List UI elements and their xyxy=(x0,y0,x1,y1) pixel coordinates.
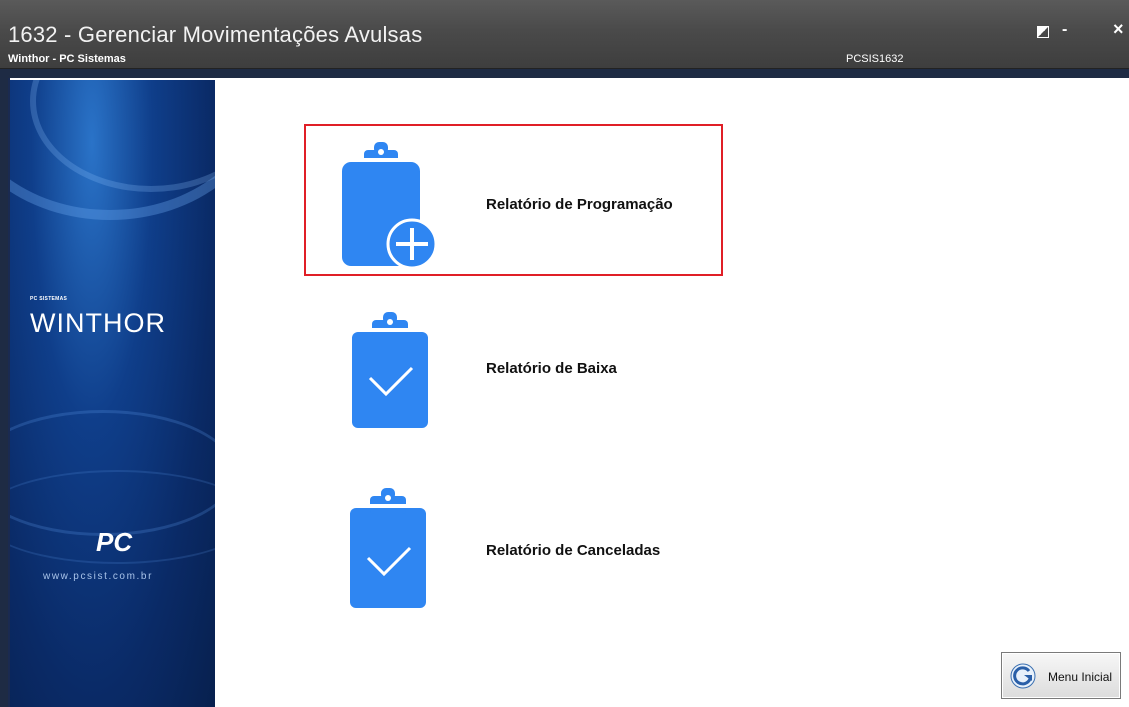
menu-inicial-label: Menu Inicial xyxy=(1048,670,1113,684)
report-label: Relatório de Canceladas xyxy=(486,542,661,559)
app-window: 1632 - Gerenciar Movimentações Avulsas W… xyxy=(0,0,1129,707)
report-card-canceladas[interactable]: Relatório de Canceladas xyxy=(306,484,721,624)
report-card-baixa[interactable]: Relatório de Baixa xyxy=(306,300,721,440)
clipboard-check-icon xyxy=(352,312,428,428)
clipboard-plus-icon xyxy=(342,142,436,270)
back-arrow-icon xyxy=(1010,663,1036,689)
report-card-programacao[interactable]: Relatório de Programação xyxy=(306,126,721,274)
restore-icon[interactable] xyxy=(1037,26,1049,38)
brand-sidepanel: PC SISTEMAS WINTHOR PC www.pcsist.com.br xyxy=(10,80,215,707)
brand-small-text: PC SISTEMAS xyxy=(30,296,68,302)
program-code: PCSIS1632 xyxy=(846,53,904,65)
winthor-logo: WINTHOR xyxy=(30,308,166,338)
clipboard-check-icon xyxy=(350,488,426,608)
report-label: Relatório de Programação xyxy=(486,196,673,213)
close-icon[interactable]: × xyxy=(1113,20,1124,38)
report-label: Relatório de Baixa xyxy=(486,360,617,377)
pc-logo: PC xyxy=(96,527,133,557)
website-text: www.pcsist.com.br xyxy=(43,571,153,582)
title-bar: 1632 - Gerenciar Movimentações Avulsas W… xyxy=(0,0,1129,69)
minimize-icon[interactable]: - xyxy=(1062,22,1067,38)
menu-inicial-button[interactable]: Menu Inicial xyxy=(1001,652,1121,699)
window-title: 1632 - Gerenciar Movimentações Avulsas xyxy=(8,22,423,47)
window-subtitle: Winthor - PC Sistemas xyxy=(8,53,126,65)
